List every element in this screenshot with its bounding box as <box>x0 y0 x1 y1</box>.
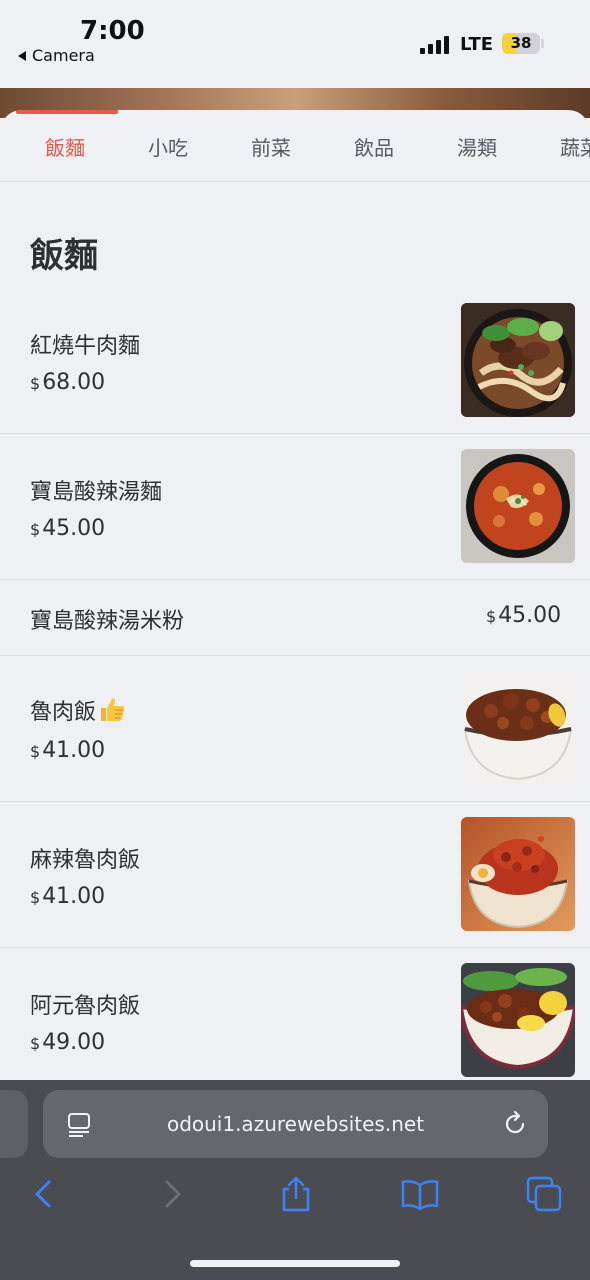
tab-drinks[interactable]: 飲品 <box>354 132 394 161</box>
forward-icon[interactable] <box>152 1174 192 1214</box>
previous-tab-edge[interactable] <box>0 1090 28 1158</box>
menu-item[interactable]: 紅燒牛肉麵 $68.00 <box>0 288 590 434</box>
item-name: 魯肉飯 <box>30 694 126 726</box>
status-time: 7:00 <box>80 16 145 46</box>
battery-nub <box>541 39 544 48</box>
item-price: $49.00 <box>30 1030 106 1055</box>
item-name: 阿元魯肉飯 <box>30 994 141 1019</box>
tab-appetizers[interactable]: 前菜 <box>251 132 291 161</box>
reload-icon[interactable] <box>501 1110 529 1138</box>
ayuan-braised-pork-rice-photo[interactable] <box>461 963 575 1077</box>
status-bar: 7:00 Camera LTE 38 <box>0 0 590 88</box>
menu-item[interactable]: 阿元魯肉飯 $49.00 <box>0 948 590 1080</box>
beef-noodle-soup-photo[interactable] <box>461 303 575 417</box>
address-bar[interactable]: odoui1.azurewebsites.net <box>43 1090 548 1158</box>
menu-item[interactable]: 麻辣魯肉飯 $41.00 <box>0 802 590 948</box>
braised-pork-rice-photo[interactable] <box>461 671 575 785</box>
item-price: $68.00 <box>30 370 106 395</box>
thumbs-up-icon <box>101 698 125 721</box>
menu-sheet: 飯麵 小吃 前菜 飲品 湯類 蔬菜 飯麵 紅燒牛肉麵 $68.00 <box>0 110 590 1080</box>
back-to-camera-link[interactable]: Camera <box>18 46 95 65</box>
home-indicator[interactable] <box>190 1260 400 1267</box>
tab-snacks[interactable]: 小吃 <box>148 132 188 161</box>
section-title: 飯麵 <box>30 236 98 276</box>
network-type: LTE <box>460 34 494 55</box>
item-name: 寶島酸辣湯麵 <box>30 480 163 505</box>
item-name: 麻辣魯肉飯 <box>30 848 141 873</box>
battery-percent: 38 <box>510 34 532 52</box>
active-tab-indicator <box>16 110 118 114</box>
spicy-braised-pork-rice-photo[interactable] <box>461 817 575 931</box>
tab-rice-noodles[interactable]: 飯麵 <box>45 132 85 161</box>
item-price: $41.00 <box>30 738 106 763</box>
signal-icon <box>420 36 450 54</box>
item-price: $41.00 <box>30 884 106 909</box>
category-tabs: 飯麵 小吃 前菜 飲品 湯類 蔬菜 <box>0 110 590 182</box>
share-icon[interactable] <box>276 1174 316 1214</box>
item-price: $45.00 <box>30 516 106 541</box>
back-icon[interactable] <box>24 1174 64 1214</box>
item-name: 紅燒牛肉麵 <box>30 334 141 359</box>
browser-toolbar: odoui1.azurewebsites.net <box>0 1080 590 1280</box>
item-name: 寶島酸辣湯米粉 <box>30 609 185 634</box>
tabs-icon[interactable] <box>524 1174 564 1214</box>
menu-item[interactable]: 魯肉飯 $41.00 <box>0 656 590 802</box>
bookmarks-icon[interactable] <box>400 1174 440 1214</box>
hot-sour-noodle-soup-photo[interactable] <box>461 449 575 563</box>
battery-icon: 38 <box>502 33 540 54</box>
item-price: $45.00 <box>486 603 562 628</box>
back-arrow-icon <box>18 50 26 61</box>
tab-soups[interactable]: 湯類 <box>457 132 497 161</box>
tab-vegetables[interactable]: 蔬菜 <box>560 132 590 161</box>
menu-item[interactable]: 寶島酸辣湯麵 $45.00 <box>0 434 590 580</box>
back-to-camera-label: Camera <box>32 46 95 65</box>
url-text: odoui1.azurewebsites.net <box>166 1112 425 1136</box>
menu-item[interactable]: 寶島酸辣湯米粉 $45.00 <box>0 580 590 656</box>
